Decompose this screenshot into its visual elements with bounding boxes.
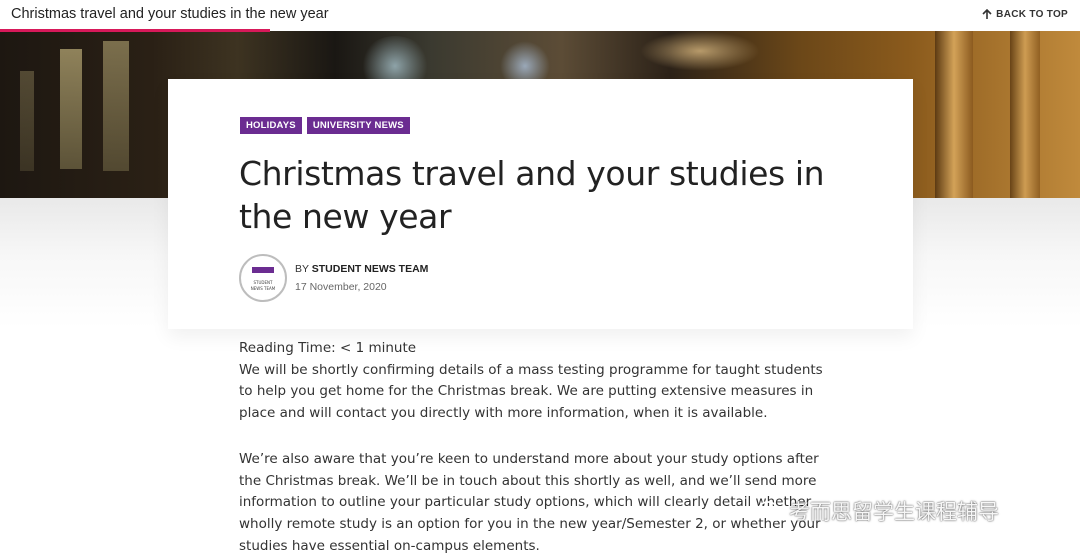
article-paragraph-2: We’re also aware that you’re keen to und… — [239, 450, 821, 554]
publish-date: 17 November, 2020 — [295, 281, 387, 293]
sticky-header: Christmas travel and your studies in the… — [0, 0, 1080, 32]
author-name-link[interactable]: STUDENT NEWS TEAM — [312, 263, 429, 275]
watermark-text: 考而思留学生课程辅导 — [789, 500, 999, 524]
article-header-card: HOLIDAYS UNIVERSITY NEWS Christmas trave… — [168, 79, 913, 329]
back-to-top-link[interactable]: BACK TO TOP — [982, 9, 1068, 20]
author-byline: BY STUDENT NEWS TEAM — [295, 263, 428, 275]
category-tags: HOLIDAYS UNIVERSITY NEWS — [240, 117, 410, 134]
back-to-top-label: BACK TO TOP — [996, 9, 1068, 20]
article-paragraph-1: We will be shortly confirming details of… — [239, 361, 823, 422]
tag-university-news[interactable]: UNIVERSITY NEWS — [306, 117, 410, 134]
arrow-up-icon — [982, 9, 992, 20]
wechat-icon — [757, 500, 785, 522]
reading-time: Reading Time: < 1 minute — [239, 340, 417, 356]
byline-prefix: BY — [295, 263, 309, 275]
watermark: 考而思留学生课程辅导 — [757, 496, 999, 526]
article-body: Reading Time: < 1 minute We will be shor… — [239, 338, 839, 557]
header-article-title: Christmas travel and your studies in the… — [11, 6, 329, 22]
article-title: Christmas travel and your studies in the… — [239, 154, 825, 236]
reading-progress-bar — [0, 29, 270, 32]
author-avatar[interactable]: STUDENT NEWS TEAM — [239, 254, 287, 302]
tag-holidays[interactable]: HOLIDAYS — [240, 117, 302, 134]
